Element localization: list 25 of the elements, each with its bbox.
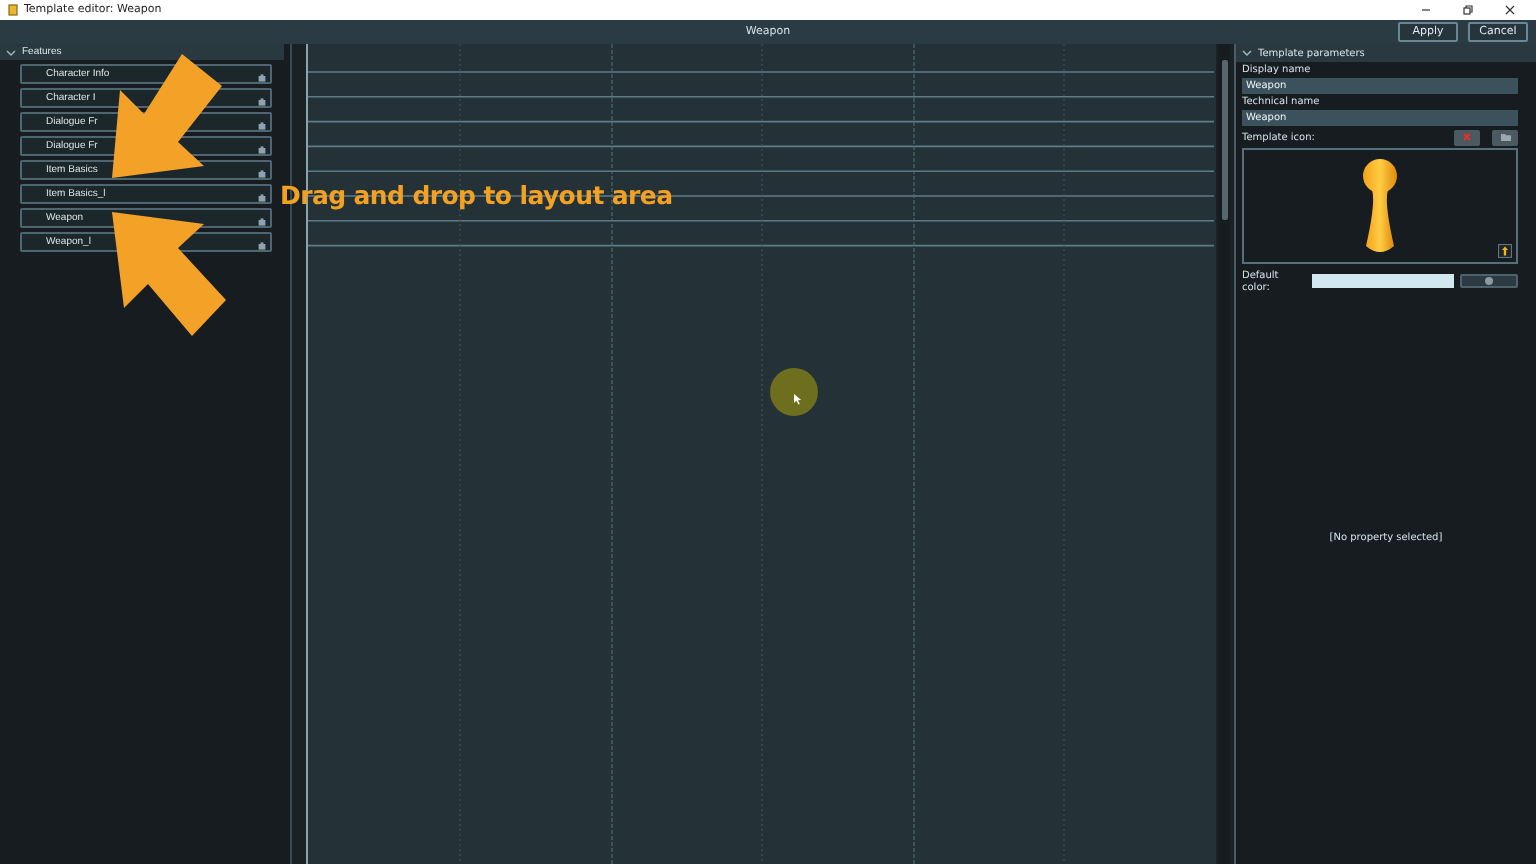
palette-icon [1484, 276, 1495, 286]
browse-button[interactable] [1492, 129, 1518, 145]
folder-icon [1499, 132, 1511, 142]
color-picker-button[interactable] [1460, 274, 1518, 288]
close-icon[interactable] [1504, 4, 1516, 16]
puzzle-icon [258, 241, 266, 249]
puzzle-icon [258, 169, 266, 177]
callout-arrow [112, 212, 232, 336]
puzzle-icon [258, 193, 266, 201]
close-icon [1462, 132, 1472, 142]
restore-icon[interactable] [1462, 4, 1474, 16]
color-swatch[interactable] [1312, 274, 1455, 288]
upload-icon[interactable] [1498, 244, 1512, 258]
clear-icon-button[interactable] [1454, 129, 1480, 145]
puzzle-icon [258, 121, 266, 129]
puzzle-icon [258, 73, 266, 81]
puzzle-icon [258, 217, 266, 225]
app-icon [8, 4, 18, 16]
minimize-icon[interactable] [1420, 4, 1432, 16]
puzzle-icon [258, 97, 266, 105]
click-highlight-icon [770, 368, 818, 416]
chevron-icon[interactable] [6, 47, 16, 57]
puzzle-icon [258, 145, 266, 153]
chevron-icon[interactable] [1242, 48, 1252, 58]
scrollbar[interactable] [1218, 44, 1230, 864]
